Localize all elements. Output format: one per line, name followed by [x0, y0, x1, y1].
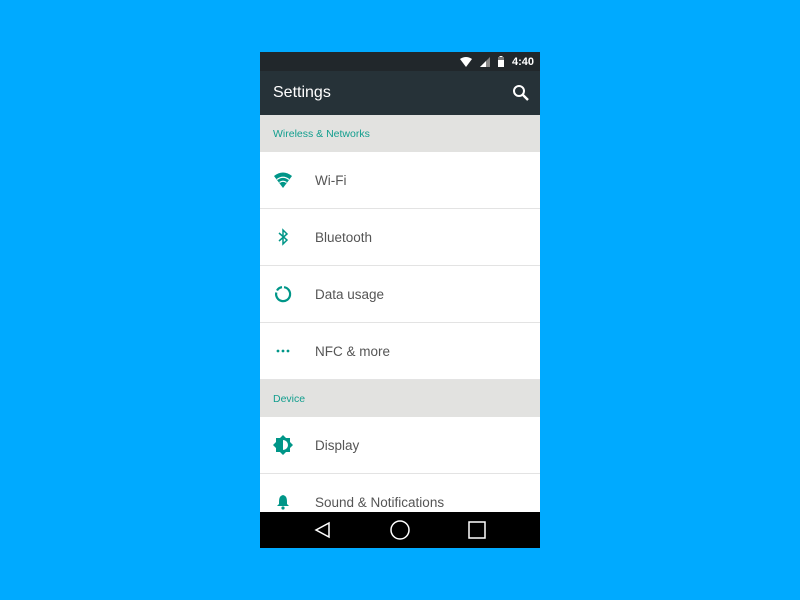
- status-bar: 4:40: [260, 52, 540, 71]
- wifi-icon: [273, 172, 292, 188]
- home-icon[interactable]: [390, 520, 410, 540]
- section-header-device: Device: [260, 380, 540, 417]
- wifi-icon: [459, 56, 472, 67]
- item-label: NFC & more: [315, 343, 391, 359]
- more-icon: [276, 349, 289, 353]
- settings-item-wifi[interactable]: Wi-Fi: [260, 152, 540, 209]
- data-usage-icon: [274, 286, 291, 303]
- settings-item-data-usage[interactable]: Data usage: [260, 266, 540, 323]
- item-label: Bluetooth: [315, 229, 373, 245]
- search-icon[interactable]: [512, 84, 530, 102]
- signal-icon: [479, 56, 490, 67]
- back-icon[interactable]: [314, 521, 332, 539]
- page-title: Settings: [273, 84, 331, 101]
- settings-item-nfc[interactable]: NFC & more: [260, 323, 540, 380]
- item-label: Wi-Fi: [315, 172, 347, 188]
- item-label: Sound & Notifications: [315, 494, 445, 510]
- item-label: Display: [315, 437, 360, 453]
- recents-icon[interactable]: [468, 521, 486, 539]
- settings-list: Wireless & Networks Wi-Fi Bluetooth Data…: [260, 115, 540, 512]
- item-label: Data usage: [315, 286, 385, 302]
- section-header-wireless: Wireless & Networks: [260, 115, 540, 152]
- battery-icon: [497, 56, 504, 67]
- bell-icon: [276, 495, 289, 510]
- settings-item-bluetooth[interactable]: Bluetooth: [260, 209, 540, 266]
- navigation-bar: [260, 512, 540, 548]
- brightness-icon: [272, 435, 293, 455]
- status-time: 4:40: [511, 55, 534, 68]
- settings-item-display[interactable]: Display: [260, 417, 540, 474]
- bluetooth-icon: [278, 228, 288, 246]
- phone-screen: 4:40 Settings Wireless & Networks Wi-Fi …: [260, 52, 540, 548]
- app-bar: Settings: [260, 71, 540, 115]
- settings-item-sound[interactable]: Sound & Notifications: [260, 474, 540, 512]
